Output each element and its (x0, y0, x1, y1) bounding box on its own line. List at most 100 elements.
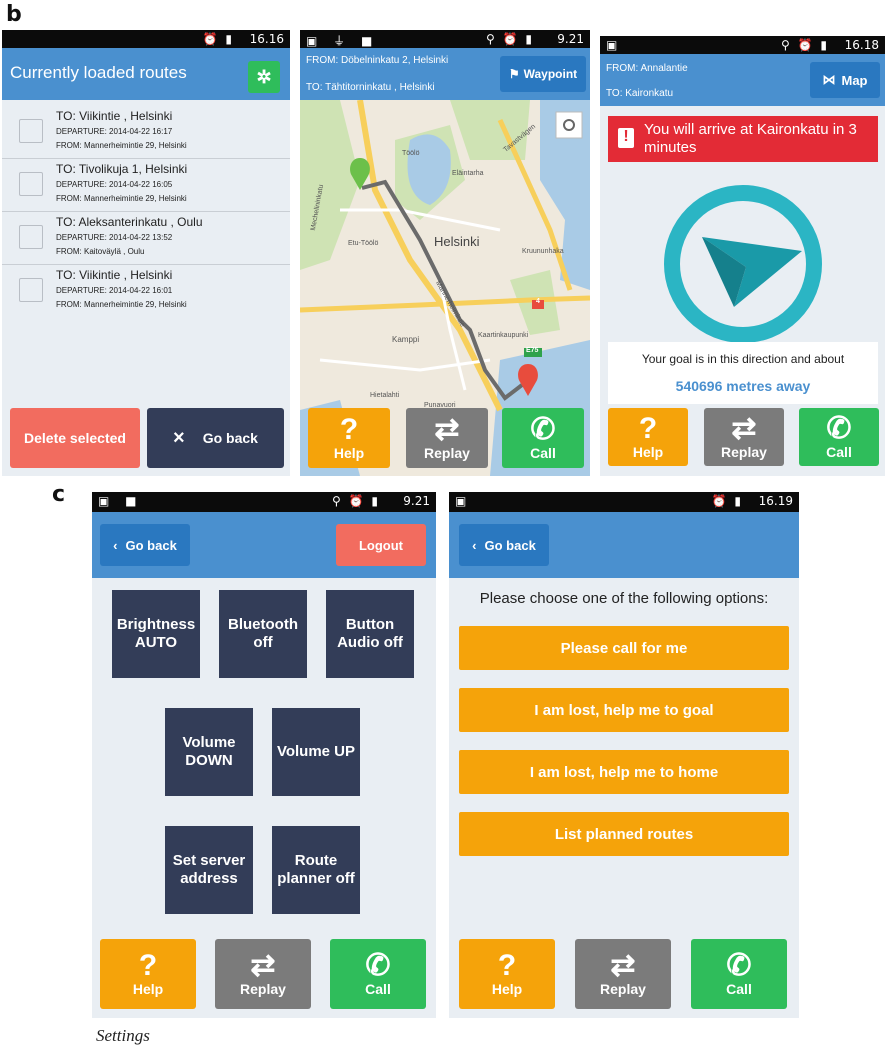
status-icons: ⏰ ▮ (202, 32, 234, 46)
route-to: TO: Viikintie , Helsinki (56, 109, 173, 123)
route-checkbox[interactable] (19, 225, 43, 249)
screen-settings: ▣ ■ ⚲ ⏰ ▮ 9.21 ‹ Go back Logout Brightne… (92, 492, 436, 1018)
tile-label: Volume UP (276, 743, 356, 760)
call-button[interactable]: ✆ Call (502, 408, 584, 468)
route-checkbox[interactable] (19, 119, 43, 143)
map-label-city: Helsinki (434, 234, 480, 249)
replay-label: Replay (721, 444, 767, 460)
map-label: Kaartinkaupunki (478, 332, 529, 339)
help-button[interactable]: ? Help (308, 408, 390, 468)
call-for-me-button[interactable]: Please call for me (459, 626, 789, 670)
screen-routes-list: ⏰ ▮ 16.16 Currently loaded routes ✲ TO: … (2, 30, 290, 476)
replay-button[interactable]: ⇄ Replay (406, 408, 488, 468)
status-bar: ▣ ⏚ ■ ⚲ ⏰ ▮ 9.21 (300, 30, 590, 48)
lost-home-button[interactable]: I am lost, help me to home (459, 750, 789, 794)
tile-label: address (180, 870, 238, 887)
tile-label: off (253, 634, 273, 651)
question-icon: ? (497, 949, 517, 982)
go-back-button[interactable]: ‹ Go back (100, 524, 190, 566)
route-planner-button[interactable]: Route planner off (272, 826, 360, 914)
route-from: FROM: Mannerheimintie 29, Helsinki (56, 194, 187, 203)
logout-button[interactable]: Logout (336, 524, 426, 566)
phone-icon: ✆ (826, 412, 852, 445)
call-button[interactable]: ✆ Call (799, 408, 879, 466)
list-item[interactable]: TO: Viikintie , Helsinki DEPARTURE: 2014… (2, 265, 290, 317)
status-bar: ⏰ ▮ 16.16 (2, 30, 290, 48)
waypoint-icon: ⚑ (508, 67, 520, 81)
replay-label: Replay (424, 445, 470, 461)
help-button[interactable]: ? Help (100, 939, 196, 1009)
volume-up-button[interactable]: Volume UP (272, 708, 360, 796)
status-time: 16.19 (758, 494, 793, 508)
alert-text: You will arrive at Kaironkatu in 3 minut… (644, 121, 857, 156)
goal-text: Your goal is in this direction and about (641, 352, 845, 366)
settings-button[interactable]: ✲ (248, 61, 280, 93)
help-label: Help (333, 445, 365, 461)
status-left-icons: ▣ (455, 494, 473, 508)
options-prompt: Please choose one of the following optio… (479, 590, 769, 607)
go-back-button[interactable]: × Go back (147, 408, 284, 468)
screen-help-options: ▣ ⏰ ▮ 16.19 ‹ Go back Please choose one … (449, 492, 799, 1018)
bluetooth-button[interactable]: Bluetooth off (219, 590, 307, 678)
go-back-button[interactable]: ‹ Go back (459, 524, 549, 566)
map-label: Etu-Töölö (348, 240, 379, 247)
route-from: FROM: Mannerheimintie 29, Helsinki (56, 300, 187, 309)
help-button[interactable]: ? Help (459, 939, 555, 1009)
button-audio-button[interactable]: Button Audio off (326, 590, 414, 678)
waypoint-button[interactable]: ⚑ Waypoint (500, 56, 586, 92)
header-bar: FROM: Döbelninkatu 2, Helsinki TO: Tähti… (300, 48, 590, 100)
page-title: Currently loaded routes (10, 63, 187, 82)
header-bar: ‹ Go back Logout (92, 512, 436, 578)
status-icons: ⚲ ⏰ ▮ (486, 32, 534, 46)
panel-label-c: c (52, 482, 66, 507)
tile-label: AUTO (134, 634, 178, 651)
status-time: 16.16 (249, 32, 284, 46)
list-planned-routes-button[interactable]: List planned routes (459, 812, 789, 856)
status-icons: ⏰ ▮ (711, 494, 743, 508)
waypoint-label: Waypoint (523, 67, 578, 81)
call-label: Call (826, 444, 852, 460)
help-label: Help (632, 444, 664, 460)
screen-compass: ▣ ⚲ ⏰ ▮ 16.18 FROM: Annalantie TO: Kairo… (600, 36, 885, 476)
list-item[interactable]: TO: Tivolikuja 1, Helsinki DEPARTURE: 20… (2, 159, 290, 212)
call-button[interactable]: ✆ Call (691, 939, 787, 1009)
delete-selected-button[interactable]: Delete selected (10, 408, 140, 468)
go-back-label: Go back (125, 537, 177, 553)
map-label: Eläintarha (452, 170, 484, 177)
replay-button[interactable]: ⇄ Replay (704, 408, 784, 466)
status-time: 9.21 (403, 494, 430, 508)
volume-down-button[interactable]: Volume DOWN (165, 708, 253, 796)
map-button[interactable]: ⋈ Map (810, 62, 880, 98)
phone-icon: ✆ (365, 949, 391, 982)
route-to: TO: Aleksanterinkatu , Oulu (56, 215, 203, 229)
tile-label: DOWN (185, 752, 233, 769)
status-bar: ▣ ⏰ ▮ 16.19 (449, 492, 799, 512)
call-button[interactable]: ✆ Call (330, 939, 426, 1009)
status-left-icons: ▣ ■ (98, 494, 143, 508)
replay-button[interactable]: ⇄ Replay (575, 939, 671, 1009)
list-item[interactable]: TO: Aleksanterinkatu , Oulu DEPARTURE: 2… (2, 212, 290, 265)
route-checkbox[interactable] (19, 172, 43, 196)
chevron-left-icon: ‹ (113, 537, 118, 553)
route-checkbox[interactable] (19, 278, 43, 302)
route-from: FROM: Annalantie (606, 63, 688, 74)
tile-label: Button (345, 616, 395, 633)
list-item[interactable]: TO: Viikintie , Helsinki DEPARTURE: 2014… (2, 106, 290, 159)
help-button[interactable]: ? Help (608, 408, 688, 466)
route-departure: DEPARTURE: 2014-04-22 16:17 (56, 127, 173, 136)
call-label: Call (365, 981, 391, 997)
tile-label: Volume (182, 734, 236, 751)
replay-button[interactable]: ⇄ Replay (215, 939, 311, 1009)
lost-goal-button[interactable]: I am lost, help me to goal (459, 688, 789, 732)
replay-icon: ⇄ (434, 413, 460, 446)
call-label: Call (726, 981, 752, 997)
header-bar: FROM: Annalantie TO: Kaironkatu ⋈ Map (600, 54, 885, 106)
brightness-button[interactable]: Brightness AUTO (112, 590, 200, 678)
status-icons: ⚲ ⏰ ▮ (781, 38, 829, 52)
goal-box: Your goal is in this direction and about… (608, 342, 878, 404)
gear-icon: ✲ (256, 66, 272, 87)
help-label: Help (491, 981, 523, 997)
map-label: Map (841, 72, 868, 88)
set-server-address-button[interactable]: Set server address (165, 826, 253, 914)
tile-label: planner off (277, 870, 355, 887)
